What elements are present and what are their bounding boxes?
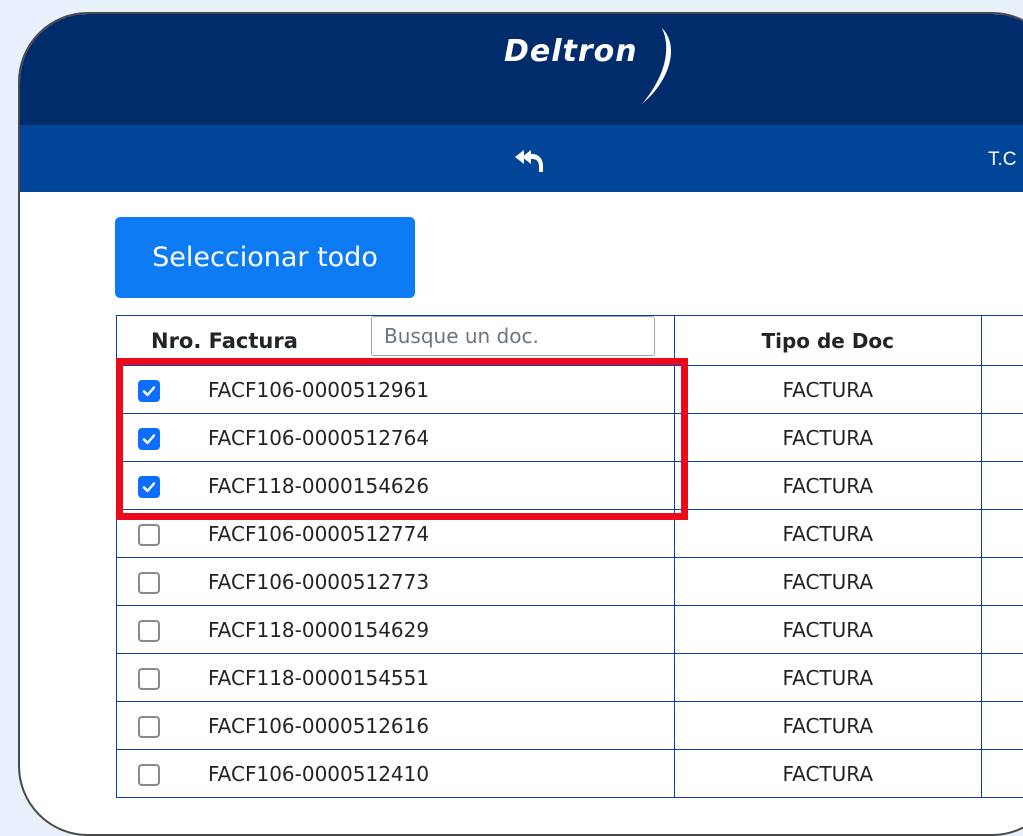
cell-extra	[981, 414, 1023, 462]
cell-nro-factura: FACF106-0000512773	[117, 558, 675, 606]
cell-nro-factura: FACF106-0000512764	[117, 414, 675, 462]
table-row[interactable]: FACF106-0000512764 FACTURA	[117, 414, 1023, 462]
search-doc-input[interactable]	[371, 316, 655, 356]
checkbox-unchecked[interactable]	[138, 572, 160, 594]
invoice-number: FACF118-0000154551	[208, 666, 429, 690]
brand-header: Deltron	[20, 14, 1023, 125]
cell-tipo-doc: FACTURA	[674, 558, 981, 606]
cell-nro-factura: FACF106-0000512616	[117, 702, 675, 750]
table-row[interactable]: FACF118-0000154626 FACTURA	[117, 462, 1023, 510]
deltron-logo: Deltron	[504, 34, 638, 69]
invoice-number: FACF106-0000512961	[208, 378, 429, 402]
select-all-button[interactable]: Seleccionar todo	[115, 217, 415, 298]
invoice-number: FACF106-0000512774	[208, 522, 429, 546]
cell-nro-factura: FACF106-0000512410	[117, 750, 675, 798]
checkbox-unchecked[interactable]	[138, 524, 160, 546]
cell-tipo-doc: FACTURA	[674, 414, 981, 462]
cell-tipo-doc: FACTURA	[674, 366, 981, 414]
cell-nro-factura: FACF106-0000512961	[117, 366, 675, 414]
cell-nro-factura: FACF106-0000512774	[117, 510, 675, 558]
checkbox-unchecked[interactable]	[138, 620, 160, 642]
checkbox-unchecked[interactable]	[138, 668, 160, 690]
column-header-extra	[981, 316, 1023, 366]
checkbox-checked[interactable]	[138, 476, 160, 498]
cell-extra	[981, 462, 1023, 510]
checkmark-icon	[141, 383, 157, 399]
table-row[interactable]: FACF106-0000512773 FACTURA	[117, 558, 1023, 606]
cell-tipo-doc: FACTURA	[674, 462, 981, 510]
cell-tipo-doc: FACTURA	[674, 750, 981, 798]
logo-swoosh-icon	[640, 26, 680, 106]
cell-tipo-doc: FACTURA	[674, 702, 981, 750]
cell-extra	[981, 750, 1023, 798]
checkmark-icon	[141, 431, 157, 447]
checkbox-checked[interactable]	[138, 428, 160, 450]
table-row[interactable]: FACF106-0000512961 FACTURA	[117, 366, 1023, 414]
table-row[interactable]: FACF118-0000154551 FACTURA	[117, 654, 1023, 702]
checkbox-unchecked[interactable]	[138, 764, 160, 786]
cell-nro-factura: FACF118-0000154629	[117, 606, 675, 654]
table-row[interactable]: FACF106-0000512774 FACTURA	[117, 510, 1023, 558]
cell-extra	[981, 702, 1023, 750]
app-window: Deltron T.C Seleccionar todo Nro. Factur…	[18, 12, 1023, 836]
cell-nro-factura: FACF118-0000154551	[117, 654, 675, 702]
cell-extra	[981, 606, 1023, 654]
cell-extra	[981, 558, 1023, 606]
cell-tipo-doc: FACTURA	[674, 510, 981, 558]
cell-tipo-doc: FACTURA	[674, 606, 981, 654]
table-row[interactable]: FACF106-0000512410 FACTURA	[117, 750, 1023, 798]
invoice-number: FACF118-0000154626	[208, 474, 429, 498]
column-header-tipo-doc: Tipo de Doc	[674, 316, 981, 366]
invoice-number: FACF106-0000512773	[208, 570, 429, 594]
invoice-number: FACF106-0000512616	[208, 714, 429, 738]
column-header-nro-factura: Nro. Factura	[117, 316, 675, 366]
cell-nro-factura: FACF118-0000154626	[117, 462, 675, 510]
nav-bar: T.C	[20, 125, 1023, 192]
table-row[interactable]: FACF106-0000512616 FACTURA	[117, 702, 1023, 750]
table-header-row: Nro. Factura Tipo de Doc	[117, 316, 1023, 366]
invoice-number: FACF118-0000154629	[208, 618, 429, 642]
invoice-number: FACF106-0000512410	[208, 762, 429, 786]
documents-table: Nro. Factura Tipo de Doc FACF106-0000512…	[116, 315, 1023, 798]
table-body: FACF106-0000512961FACTURAFACF106-0000512…	[117, 366, 1023, 798]
invoice-number: FACF106-0000512764	[208, 426, 429, 450]
tc-label[interactable]: T.C	[988, 149, 1017, 171]
cell-extra	[981, 510, 1023, 558]
checkbox-unchecked[interactable]	[138, 716, 160, 738]
checkbox-checked[interactable]	[138, 380, 160, 402]
reply-arrow-icon[interactable]	[512, 142, 546, 176]
cell-tipo-doc: FACTURA	[674, 654, 981, 702]
checkmark-icon	[141, 479, 157, 495]
column-label-nro-factura: Nro. Factura	[151, 329, 298, 353]
cell-extra	[981, 654, 1023, 702]
cell-extra	[981, 366, 1023, 414]
table-row[interactable]: FACF118-0000154629 FACTURA	[117, 606, 1023, 654]
